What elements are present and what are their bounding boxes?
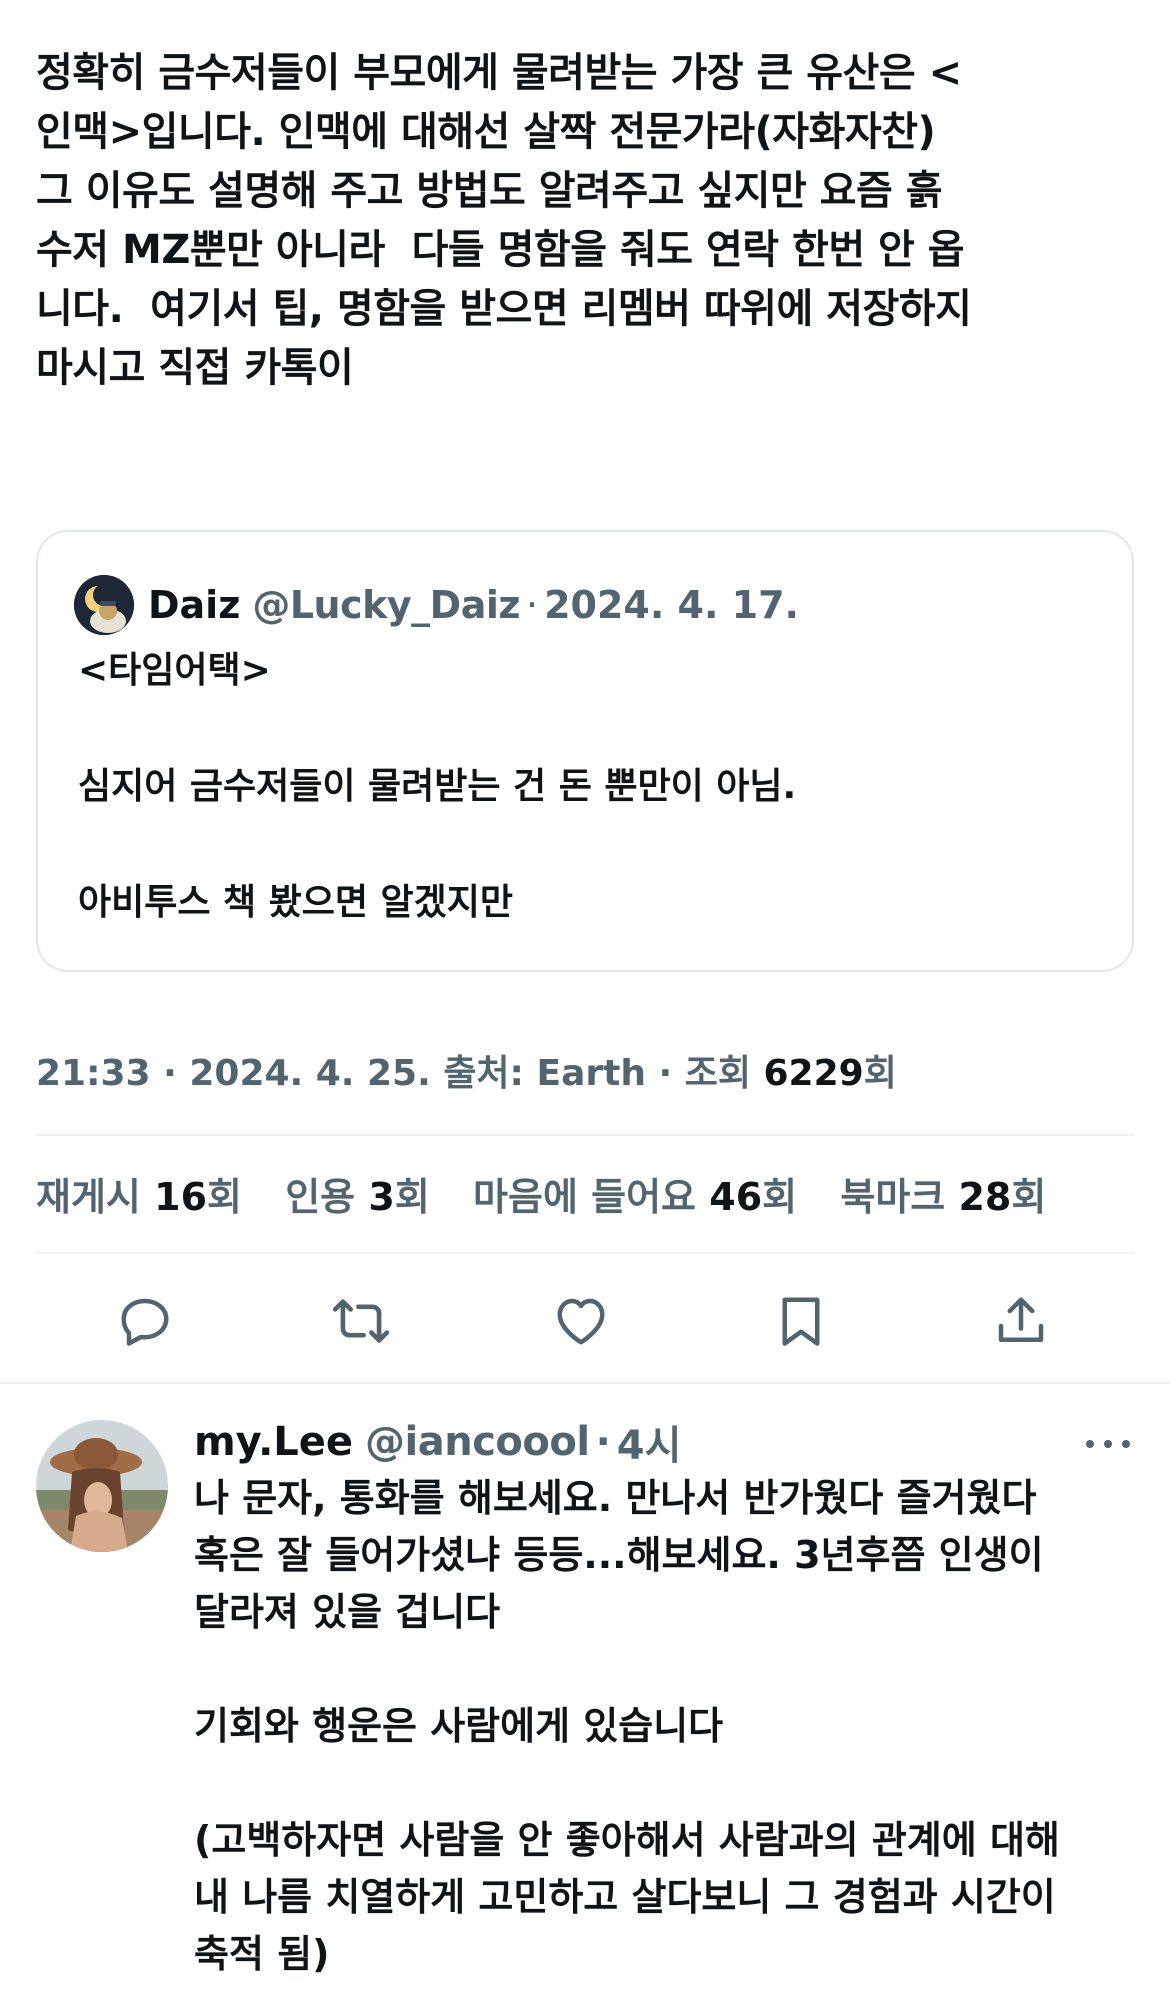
tweet-actions-bar <box>0 1284 1170 1358</box>
bookmarks-count: 28 <box>958 1175 1012 1219</box>
reply-icon <box>121 1298 169 1346</box>
reply-text: 나 문자, 통화를 해보세요. 만나서 반가웠다 즐거웠다 혹은 잘 들어가셨냐… <box>194 1476 1060 1976</box>
tweet-text: 정확히 금수저들이 부모에게 물려받는 가장 큰 유산은 < 인맥>입니다. 인… <box>36 50 972 391</box>
divider <box>36 1252 1134 1254</box>
repost-button[interactable] <box>328 1288 394 1354</box>
more-dot-icon <box>1122 1440 1130 1448</box>
quotes-stat[interactable]: 인용 3회 <box>285 1175 430 1219</box>
quoted-tweet-date[interactable]: 2024. 4. 17. <box>544 583 799 627</box>
tweet-date[interactable]: 2024. 4. 25. <box>189 1053 430 1094</box>
likes-suffix: 회 <box>762 1175 798 1219</box>
meta-separator: · <box>645 1053 685 1094</box>
bookmarks-label: 북마크 <box>840 1175 959 1219</box>
bookmark-icon <box>782 1297 820 1346</box>
quoted-user-handle[interactable]: @Lucky_Daiz <box>252 583 520 627</box>
quoted-user-avatar[interactable] <box>74 575 134 635</box>
engagement-stats: 재게시 16회 인용 3회 마음에 들어요 46회 북마크 28회 <box>36 1166 1076 1221</box>
divider <box>0 1382 1170 1384</box>
quoted-tweet-header: Daiz @Lucky_Daiz · 2024. 4. 17. <box>74 572 799 638</box>
likes-label: 마음에 들어요 <box>473 1175 710 1219</box>
quoted-tweet-text: <타임어택> 심지어 금수저들이 물려받는 건 돈 뿐만이 아님. 아비투스 책… <box>78 650 797 923</box>
tweet-detail-page: 정확히 금수저들이 부모에게 물려받는 가장 큰 유산은 < 인맥>입니다. 인… <box>0 0 1170 2006</box>
quotes-count: 3 <box>368 1175 395 1219</box>
bookmarks-stat[interactable]: 북마크 28회 <box>840 1175 1046 1219</box>
reply-user-avatar[interactable] <box>36 1420 168 1552</box>
more-dot-icon <box>1086 1440 1094 1448</box>
like-button[interactable] <box>548 1288 614 1354</box>
reposts-label: 재게시 <box>36 1175 155 1219</box>
reply-user-handle[interactable]: @iancoool <box>365 1419 590 1465</box>
reply-time[interactable]: 4시 <box>617 1413 682 1471</box>
repost-icon <box>332 1299 390 1343</box>
bookmark-button[interactable] <box>768 1288 834 1354</box>
meta-separator: · <box>150 1053 190 1094</box>
reposts-suffix: 회 <box>207 1175 242 1219</box>
views-count: 6229 <box>763 1053 864 1094</box>
tweet-time[interactable]: 21:33 <box>36 1053 151 1094</box>
reply-separator: · <box>595 1419 611 1465</box>
bookmarks-suffix: 회 <box>1011 1175 1047 1219</box>
views-label: 조회 <box>684 1053 764 1094</box>
quoted-tweet-card[interactable]: Daiz @Lucky_Daiz · 2024. 4. 17. <타임어택> 심… <box>36 530 1134 972</box>
reply-button[interactable] <box>112 1288 178 1354</box>
quotes-suffix: 회 <box>394 1175 430 1219</box>
divider <box>36 1134 1134 1136</box>
likes-count: 46 <box>709 1175 763 1219</box>
source-label: 출처: <box>430 1053 537 1094</box>
reply-user-name[interactable]: my.Lee <box>194 1419 353 1465</box>
reposts-count: 16 <box>154 1175 208 1219</box>
likes-stat[interactable]: 마음에 들어요 46회 <box>473 1175 797 1219</box>
tweet-source: Earth <box>536 1053 646 1094</box>
share-button[interactable] <box>988 1288 1054 1354</box>
quotes-label: 인용 <box>285 1175 369 1219</box>
more-dot-icon <box>1104 1440 1112 1448</box>
quoted-user-name[interactable]: Daiz <box>148 583 240 627</box>
share-icon <box>998 1297 1044 1342</box>
tweet-meta: 21:33 · 2024. 4. 25. 출처: Earth · 조회 6229… <box>36 1044 897 1096</box>
like-icon <box>557 1298 605 1345</box>
views-suffix: 회 <box>863 1053 897 1094</box>
reposts-stat[interactable]: 재게시 16회 <box>36 1175 242 1219</box>
reply-header: my.Lee @iancoool · 4시 <box>194 1414 681 1470</box>
more-options-button[interactable] <box>1080 1426 1136 1462</box>
quoted-separator: · <box>526 583 539 627</box>
